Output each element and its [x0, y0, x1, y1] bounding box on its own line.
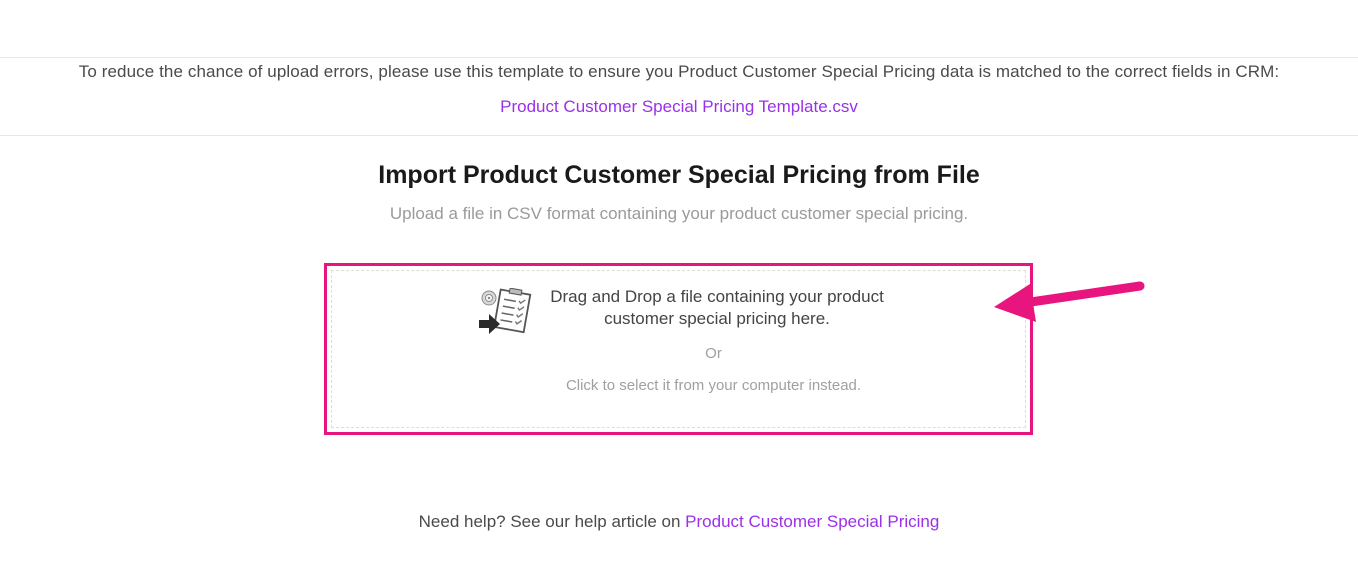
import-subtitle: Upload a file in CSV format containing y…	[389, 204, 969, 223]
help-article-link[interactable]: Product Customer Special Pricing	[685, 512, 939, 531]
dropzone-line-2: customer special pricing here.	[604, 309, 830, 328]
template-download-link[interactable]: Product Customer Special Pricing Templat…	[500, 97, 858, 116]
import-title: Import Product Customer Special Pricing …	[378, 161, 980, 189]
section-divider	[0, 135, 1358, 136]
dropzone-click-hint[interactable]: Click to select it from your computer in…	[327, 377, 1030, 394]
help-text: Need help? See our help article on Produ…	[0, 512, 1358, 532]
arrow-left-icon	[994, 281, 1145, 322]
template-link-row: Product Customer Special Pricing Templat…	[0, 97, 1358, 117]
dropzone-instructions: Drag and Drop a file containing your pro…	[517, 286, 917, 330]
dropzone-line-1: Drag and Drop a file containing your pro…	[550, 287, 884, 306]
template-notice: To reduce the chance of upload errors, p…	[78, 62, 1280, 81]
help-prefix: Need help? See our help article on	[418, 512, 686, 531]
dropzone-or: Or	[705, 345, 722, 362]
top-divider	[0, 57, 1358, 58]
file-dropzone[interactable]: Drag and Drop a file containing your pro…	[324, 263, 1033, 435]
